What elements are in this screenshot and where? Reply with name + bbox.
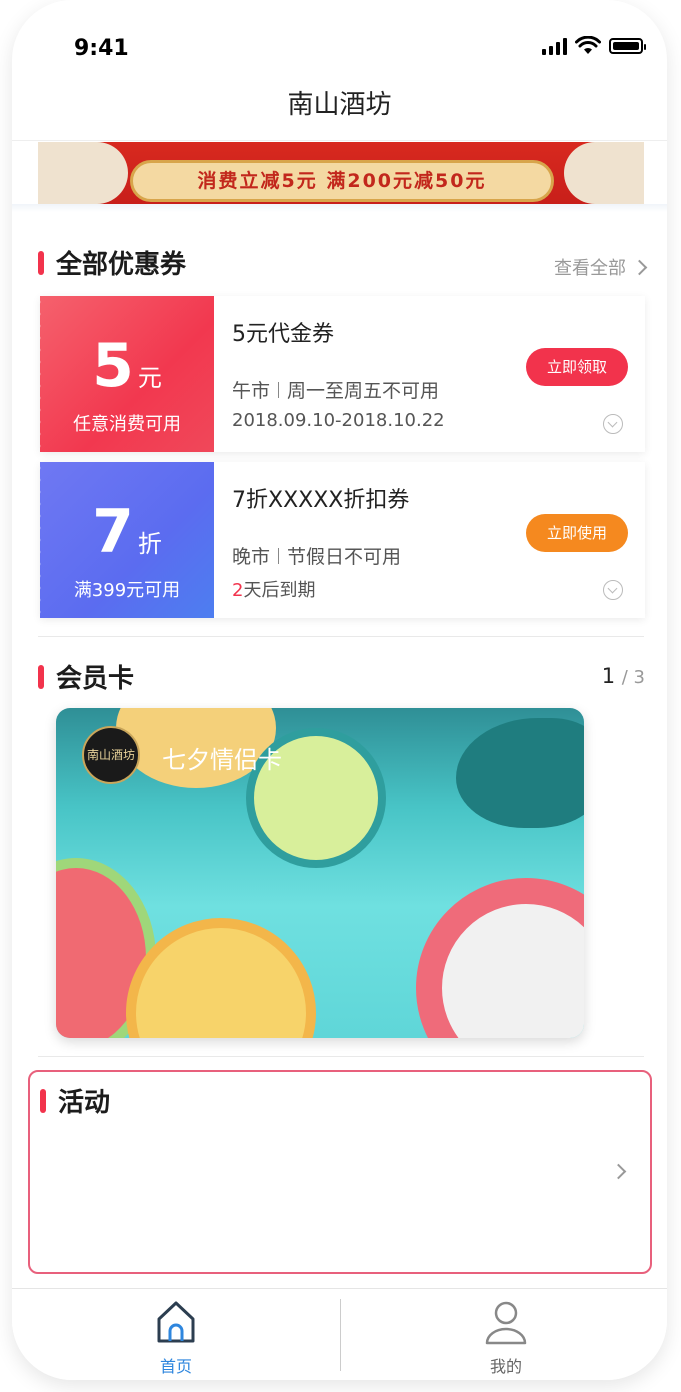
wifi-icon — [575, 36, 601, 54]
signal-icon — [542, 37, 567, 55]
chevron-right-icon — [631, 259, 648, 275]
banner-text: 消费立减5元 满200元减50元 — [130, 160, 554, 202]
float-ring-decoration — [416, 878, 584, 1038]
coupon-name: 5元代金券 — [232, 322, 334, 347]
battery-icon — [609, 38, 646, 54]
use-button[interactable]: 立即使用 — [526, 514, 628, 552]
card-pager: 1 / 3 — [602, 664, 645, 688]
pager-current: 1 — [601, 664, 616, 688]
chevron-right-icon — [610, 1163, 627, 1180]
cloud-decoration — [38, 142, 128, 204]
activity-header: 活动 — [40, 1082, 110, 1119]
section-marker — [40, 1088, 46, 1113]
pager-total: / 3 — [621, 667, 645, 688]
coupon-period: 晚市 — [232, 546, 271, 568]
status-icons — [542, 36, 646, 56]
card-name: 七夕情侣卡 — [162, 746, 282, 774]
coupon-amount: 7折 — [92, 497, 162, 567]
expire-days: 2 — [232, 580, 244, 601]
coupon-name: 7折XXXXX折扣券 — [232, 488, 410, 513]
tab-separator — [340, 1299, 341, 1371]
coupons-header: 全部优惠券 — [38, 244, 186, 281]
leaf-decoration — [456, 718, 584, 828]
coupon-date: 2018.09.10-2018.10.22 — [232, 410, 445, 431]
section-divider — [38, 636, 644, 637]
expand-chevron-icon[interactable] — [603, 414, 623, 434]
tab-bar: 首页 我的 — [12, 1288, 667, 1380]
orange-slice-decoration — [126, 918, 316, 1038]
coupon-expiry: 2天后到期 — [232, 576, 315, 602]
home-icon — [157, 1301, 195, 1343]
tab-home-label: 首页 — [159, 1357, 192, 1376]
coupon-restriction: 周一至周五不可用 — [287, 380, 440, 402]
expand-chevron-icon[interactable] — [603, 580, 623, 600]
promo-banner[interactable]: 消费立减5元 满200元减50元 — [38, 142, 644, 204]
cloud-decoration — [564, 142, 644, 204]
banner-shadow — [12, 204, 667, 212]
coupon-unit: 折 — [137, 530, 162, 558]
brand-logo: 南山酒坊 — [82, 726, 140, 784]
claim-button[interactable]: 立即领取 — [526, 348, 628, 386]
phone-frame: 9:41 南山酒坊 消费立减5元 满200元减50元 全部优惠券 查看全部 5元… — [12, 0, 667, 1380]
coupon-amount: 5元 — [92, 331, 162, 401]
coupon-condition: 满399元可用 — [73, 580, 181, 601]
coupon-condition: 任意消费可用 — [73, 414, 181, 435]
section-marker — [38, 664, 44, 689]
coupon-card[interactable]: 5元 任意消费可用 5元代金券 午市 周一至周五不可用 2018.09.10-20… — [40, 296, 645, 452]
tab-home[interactable]: 首页 — [116, 1299, 236, 1377]
section-divider — [38, 1056, 644, 1057]
coupons-title: 全部优惠券 — [56, 250, 187, 280]
status-time: 9:41 — [74, 36, 129, 61]
expire-text: 天后到期 — [243, 580, 316, 601]
user-icon — [485, 1301, 527, 1345]
coupon-unit: 元 — [137, 364, 162, 392]
view-all-link[interactable]: 查看全部 — [554, 254, 648, 280]
section-marker — [38, 250, 44, 275]
tab-mine[interactable]: 我的 — [446, 1299, 566, 1377]
tab-mine-label: 我的 — [489, 1357, 522, 1376]
coupon-period: 午市 — [232, 380, 271, 402]
activity-title: 活动 — [58, 1088, 111, 1118]
coupon-card[interactable]: 7折 满399元可用 7折XXXXX折扣券 晚市 节假日不可用 2天后到期 立即使… — [40, 462, 645, 618]
page-title: 南山酒坊 — [287, 90, 392, 120]
coupon-rule: 午市 周一至周五不可用 — [232, 376, 439, 403]
view-all-label: 查看全部 — [554, 258, 626, 279]
coupon-rule: 晚市 节假日不可用 — [232, 542, 401, 569]
nav-divider — [12, 140, 667, 141]
member-header: 会员卡 — [38, 658, 134, 695]
coupon-restriction: 节假日不可用 — [287, 546, 402, 568]
member-title: 会员卡 — [56, 664, 135, 694]
activity-section[interactable]: 活动 — [28, 1070, 652, 1274]
coupon-value-panel: 5元 任意消费可用 — [40, 296, 214, 452]
member-card[interactable]: 南山酒坊 七夕情侣卡 — [56, 708, 584, 1038]
coupon-value-panel: 7折 满399元可用 — [40, 462, 214, 618]
